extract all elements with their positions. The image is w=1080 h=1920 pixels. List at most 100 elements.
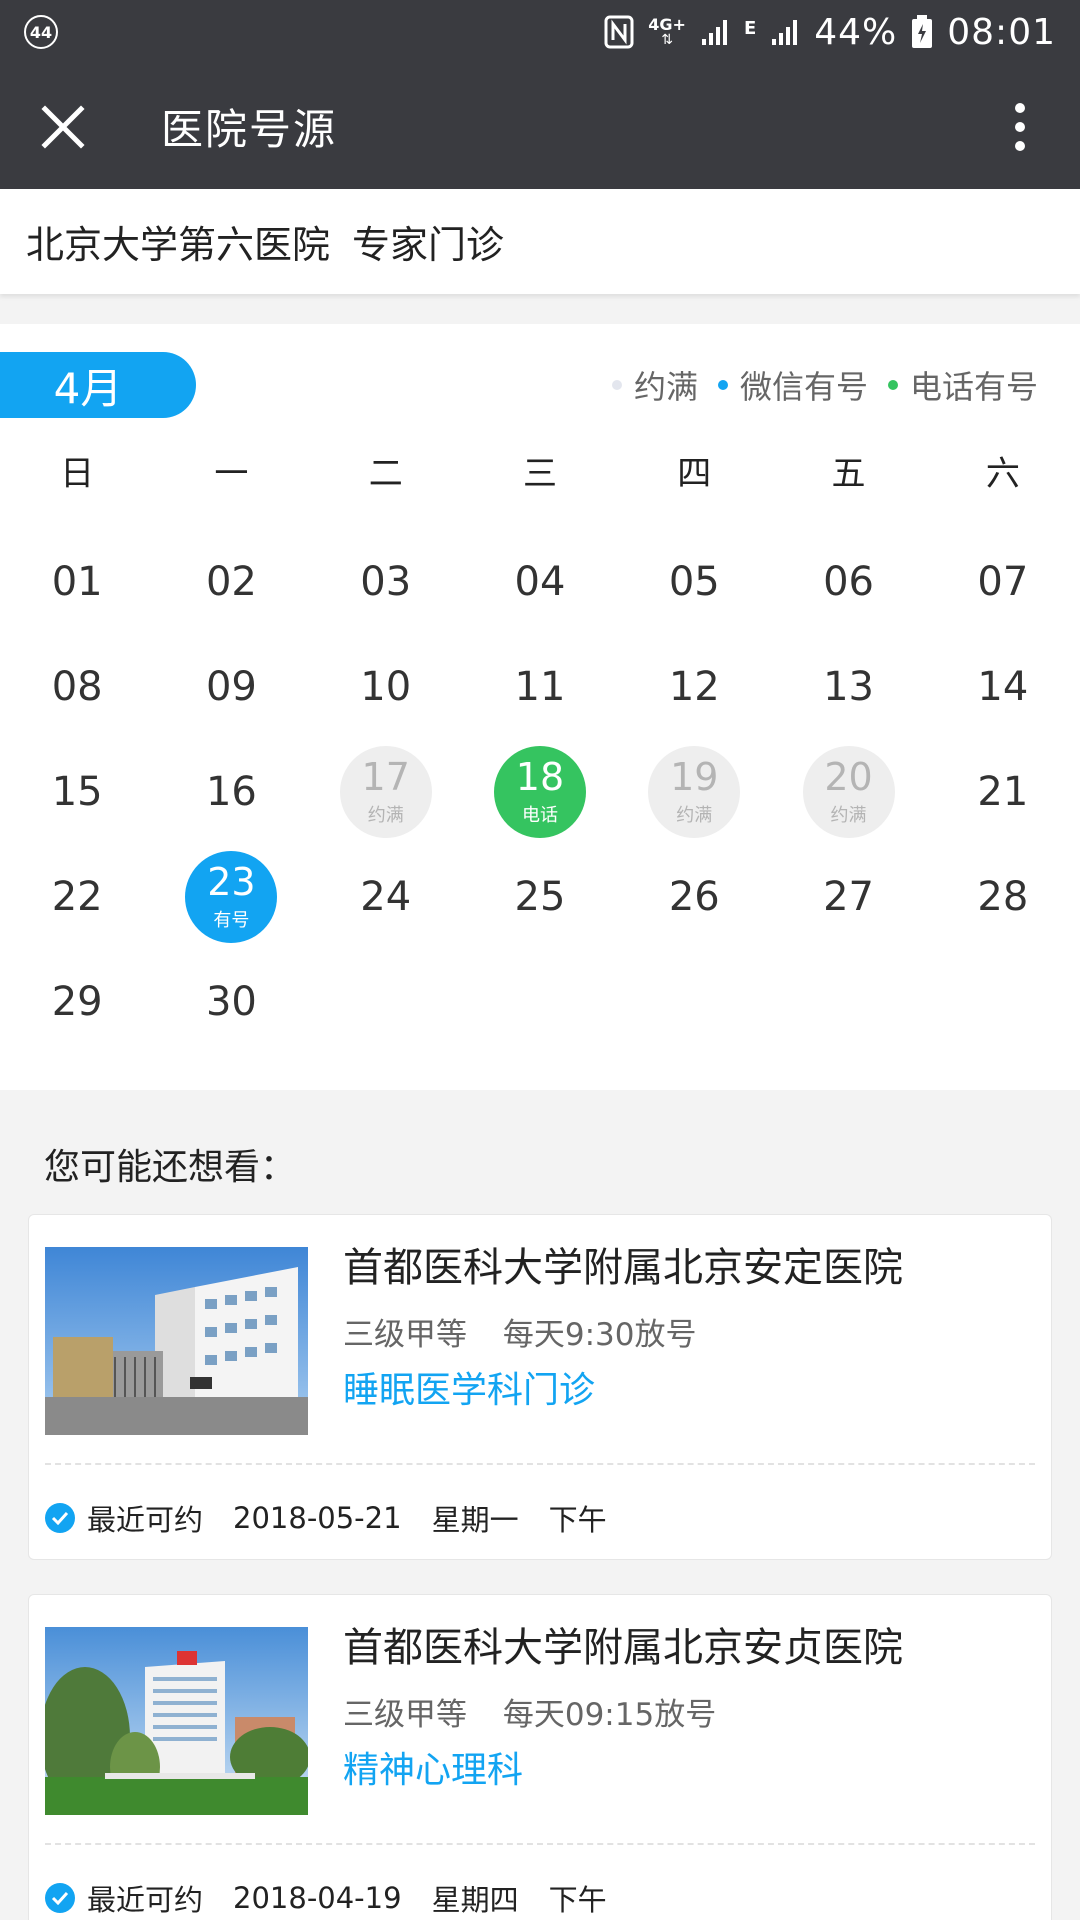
notification-count-badge: 44 (24, 15, 58, 49)
day-number: 05 (668, 558, 720, 605)
day-status-label: 约满 (676, 804, 713, 826)
day-number: 16 (205, 768, 257, 815)
close-button[interactable] (0, 64, 125, 189)
calendar-day[interactable]: 06 (771, 529, 925, 634)
day-number: 02 (205, 558, 257, 605)
release-time: 每天9:30放号 (502, 1317, 697, 1353)
day-number: 26 (668, 873, 720, 920)
day-status-phone: 18 电话 (493, 745, 586, 838)
release-time: 每天09:15放号 (502, 1697, 717, 1733)
legend-dot-icon (611, 380, 622, 390)
calendar-day[interactable]: 01 (0, 529, 154, 634)
legend-label: 约满 (633, 368, 698, 406)
calendar-day[interactable]: 25 (463, 844, 617, 949)
hospital-card[interactable]: 首都医科大学附属北京安定医院 三级甲等 每天9:30放号 睡眠医学科门诊 最近可… (28, 1214, 1052, 1560)
legend-item: 约满 (611, 362, 698, 408)
day-number: 12 (668, 663, 720, 710)
clock: 08:01 (947, 11, 1056, 53)
calendar-day[interactable]: 19 约满 (617, 739, 771, 844)
calendar-day[interactable]: 17 约满 (309, 739, 463, 844)
close-icon (40, 104, 85, 149)
calendar-day[interactable]: 27 (771, 844, 925, 949)
calendar-day[interactable]: 12 (617, 634, 771, 739)
calendar-day[interactable]: 16 (154, 739, 308, 844)
day-number: 08 (51, 663, 103, 710)
weekday-label: 日 (60, 454, 95, 494)
calendar-day[interactable]: 05 (617, 529, 771, 634)
nfc-icon (604, 15, 634, 49)
hospital-card-name: 首都医科大学附属北京安定医院 (343, 1245, 903, 1291)
hospital-card-name: 首都医科大学附属北京安贞医院 (343, 1625, 903, 1671)
hospital-photo (45, 1627, 308, 1815)
calendar-day[interactable]: 26 (617, 844, 771, 949)
day-number: 04 (514, 558, 566, 605)
weekday-label: 四 (677, 454, 712, 494)
day-number: 25 (514, 873, 566, 920)
calendar-day[interactable]: 11 (463, 634, 617, 739)
calendar-day[interactable]: 09 (154, 634, 308, 739)
recent-period: 下午 (548, 1883, 607, 1917)
day-status-full: 17 约满 (339, 745, 432, 838)
day-number: 30 (205, 978, 257, 1025)
page-title: 医院号源 (161, 105, 338, 154)
calendar-day[interactable]: 22 (0, 844, 154, 949)
more-vertical-icon (1015, 102, 1025, 151)
day-number: 07 (977, 558, 1029, 605)
calendar-day[interactable]: 29 (0, 949, 154, 1054)
calendar-day[interactable]: 03 (309, 529, 463, 634)
weekday-label: 二 (368, 454, 403, 494)
department-link[interactable]: 睡眠医学科门诊 (343, 1361, 595, 1413)
calendar-day[interactable]: 15 (0, 739, 154, 844)
day-number: 10 (360, 663, 412, 710)
day-status-label: 约满 (830, 804, 867, 826)
day-number: 27 (823, 873, 874, 920)
calendar-day[interactable]: 08 (0, 634, 154, 739)
calendar-day[interactable]: 02 (154, 529, 308, 634)
day-number: 11 (514, 663, 566, 710)
calendar-day[interactable]: 21 (926, 739, 1080, 844)
recent-date: 2018-04-19 (233, 1881, 402, 1915)
day-status-label: 约满 (367, 804, 404, 826)
hospital-level: 三级甲等 (343, 1697, 467, 1733)
battery-percent: 44% (814, 11, 898, 53)
department-link[interactable]: 精神心理科 (343, 1741, 523, 1793)
legend-dot-icon (887, 380, 898, 390)
signal-icon-2 (770, 17, 800, 47)
calendar-day[interactable]: 04 (463, 529, 617, 634)
recent-period: 下午 (548, 1503, 607, 1537)
battery-icon (911, 15, 933, 49)
calendar-day[interactable]: 13 (771, 634, 925, 739)
calendar-day[interactable]: 28 (926, 844, 1080, 949)
calendar-day[interactable]: 20 约满 (771, 739, 925, 844)
recent-availability: 最近可约 2018-05-21 星期一 下午 (45, 1497, 607, 1539)
weekday-label: 一 (214, 454, 249, 494)
calendar-day[interactable]: 10 (309, 634, 463, 739)
app-bar: 医院号源 (0, 64, 1080, 189)
calendar-day[interactable]: 07 (926, 529, 1080, 634)
legend: 约满 微信有号 电话有号 (592, 362, 1038, 408)
network-4g-icon: 4G+ ⇅ (648, 15, 686, 48)
hospital-card-meta: 三级甲等 每天9:30放号 (343, 1309, 696, 1354)
calendar-day[interactable]: 14 (926, 634, 1080, 739)
calendar-day[interactable]: 30 (154, 949, 308, 1054)
divider (45, 1843, 1035, 1845)
legend-item: 微信有号 (717, 362, 868, 408)
weekday-header: 日一二三四五六 (0, 444, 1080, 504)
hospital-level: 三级甲等 (343, 1317, 467, 1353)
day-number: 03 (360, 558, 412, 605)
recent-weekday: 星期四 (431, 1883, 519, 1917)
day-number: 19 (670, 754, 719, 799)
legend-dot-icon (717, 380, 728, 390)
day-number: 01 (51, 558, 103, 605)
calendar-day[interactable]: 18 电话 (463, 739, 617, 844)
calendar-day[interactable]: 24 (309, 844, 463, 949)
hospital-card[interactable]: 首都医科大学附属北京安贞医院 三级甲等 每天09:15放号 精神心理科 最近可约… (28, 1594, 1052, 1920)
calendar-day[interactable]: 23 有号 (154, 844, 308, 949)
day-number: 20 (824, 754, 873, 799)
legend-label: 电话有号 (909, 368, 1038, 406)
day-number: 13 (823, 663, 874, 710)
more-menu-button[interactable] (960, 64, 1080, 189)
weekday-label: 五 (831, 454, 866, 494)
month-label[interactable]: 4月 (0, 352, 196, 418)
signal-icon (700, 17, 730, 47)
